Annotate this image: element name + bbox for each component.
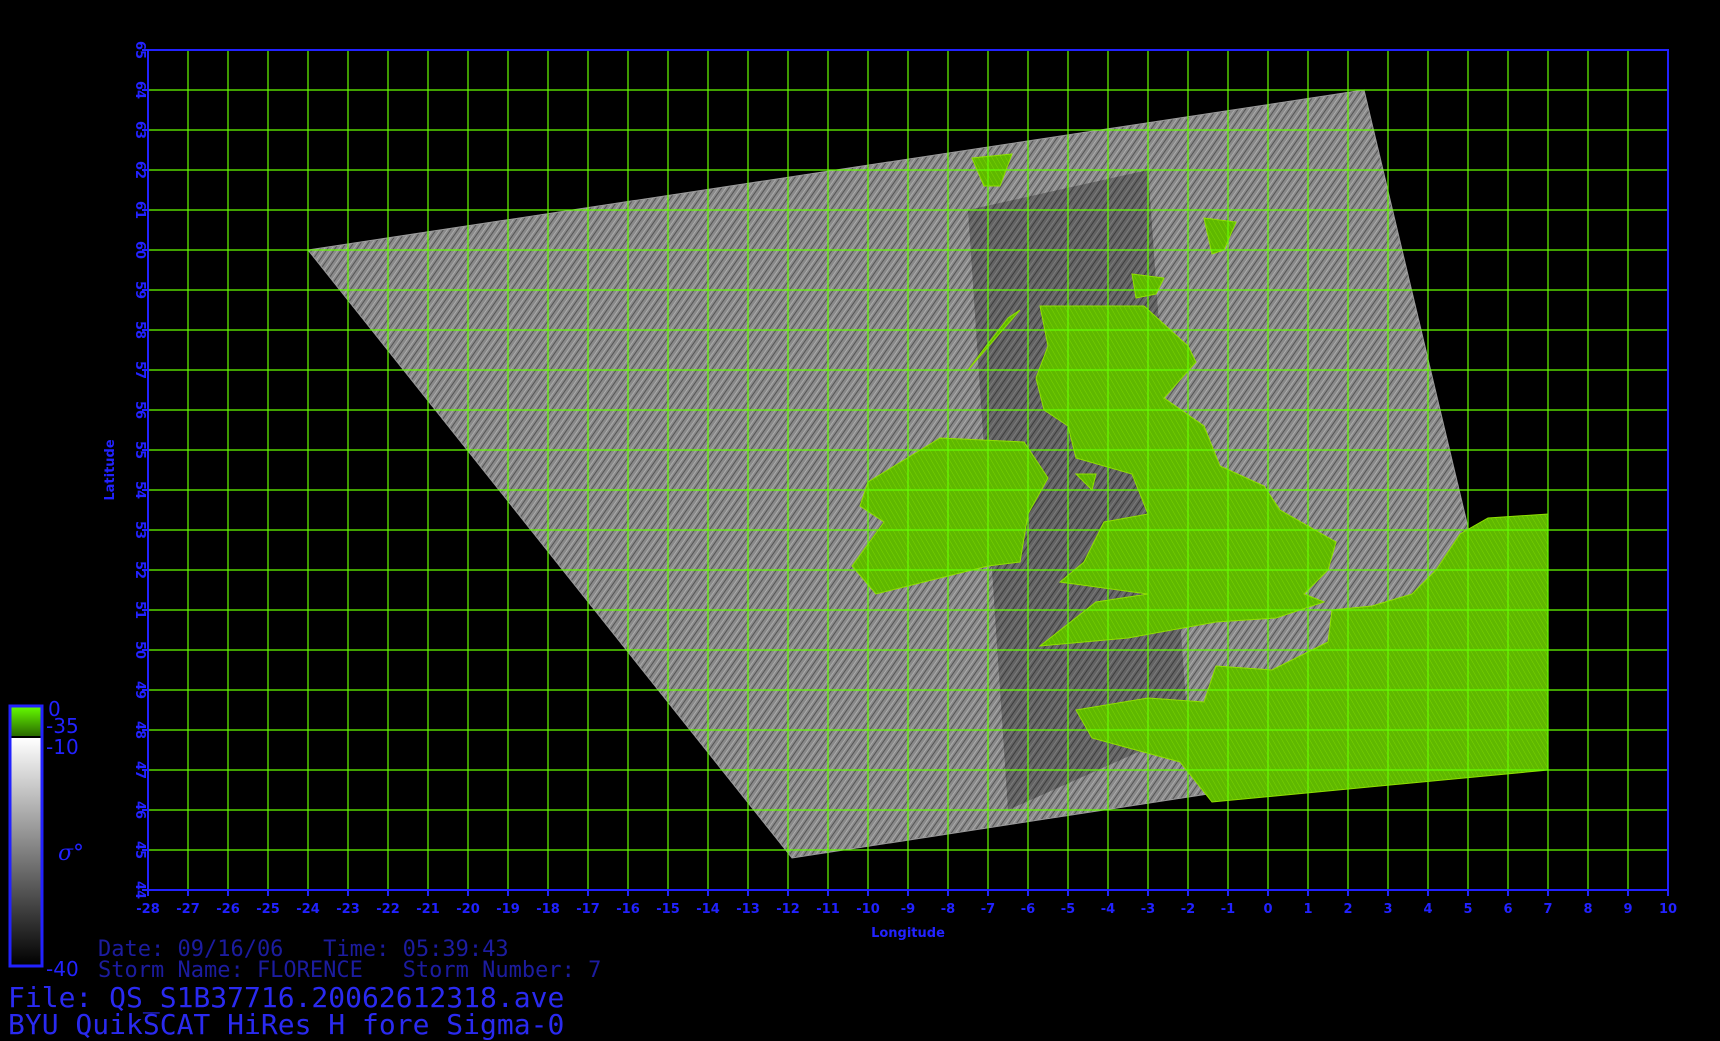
x-tick-label: 0: [1263, 902, 1272, 917]
y-tick-label: 46: [132, 801, 147, 819]
x-tick-label: -5: [1061, 902, 1075, 917]
x-tick-label: -23: [336, 902, 360, 917]
x-tick-label: -13: [736, 902, 760, 917]
x-tick-label: -4: [1101, 902, 1115, 917]
x-tick-label: -9: [901, 902, 915, 917]
x-tick-label: 8: [1583, 902, 1592, 917]
x-tick-label: -25: [256, 902, 280, 917]
colorbar-label-minus-40: -40: [46, 957, 79, 981]
x-tick-label: 7: [1543, 902, 1552, 917]
y-tick-label: 59: [132, 281, 147, 299]
x-tick-label: -1: [1221, 902, 1235, 917]
x-tick-label: 9: [1623, 902, 1632, 917]
x-tick-label: -24: [296, 902, 320, 917]
y-tick-label: 57: [132, 361, 147, 379]
y-tick-label: 63: [132, 121, 147, 139]
x-tick-label: -6: [1021, 902, 1035, 917]
x-tick-label: 4: [1423, 902, 1432, 917]
x-tick-label: -21: [416, 902, 440, 917]
y-tick-label: 58: [132, 321, 147, 339]
x-tick-label: -8: [941, 902, 955, 917]
longitude-ticks: -28 -27 -26 -25 -24 -23 -22 -21 -20 -19 -18 -17 -16-…: [136, 890, 1677, 917]
y-tick-label: 64: [132, 81, 147, 99]
colorbar-sigma-symbol: σ°: [58, 841, 84, 866]
x-tick-label: 5: [1463, 902, 1472, 917]
x-tick-label: -11: [816, 902, 840, 917]
product-title: BYU QuikSCAT HiRes H fore Sigma-0: [8, 1008, 565, 1041]
y-tick-label: 53: [132, 521, 147, 539]
x-tick-label: -17: [576, 902, 600, 917]
y-tick-label: 49: [132, 681, 147, 699]
x-tick-label: -16: [616, 902, 640, 917]
y-tick-label: 56: [132, 401, 147, 419]
x-tick-label: -12: [776, 902, 800, 917]
y-tick-label: 44: [132, 881, 147, 899]
x-tick-label: 2: [1343, 902, 1352, 917]
x-tick-label: -22: [376, 902, 400, 917]
colorbar-green-segment: [10, 706, 42, 736]
x-axis-label: Longitude: [871, 926, 945, 941]
y-tick-label: 60: [132, 241, 147, 259]
y-tick-label: 61: [132, 201, 147, 219]
y-tick-label: 50: [132, 641, 147, 659]
colorbar-gray-segment: [10, 738, 42, 966]
x-tick-label: -7: [981, 902, 995, 917]
y-tick-label: 62: [132, 161, 147, 179]
x-tick-label: -2: [1181, 902, 1195, 917]
x-tick-label: -19: [496, 902, 520, 917]
x-tick-label: -28: [136, 902, 160, 917]
x-tick-label: 3: [1383, 902, 1392, 917]
x-tick-label: -15: [656, 902, 680, 917]
x-tick-label: 1: [1303, 902, 1312, 917]
x-tick-label: -18: [536, 902, 560, 917]
x-tick-label: -14: [696, 902, 720, 917]
x-tick-label: -20: [456, 902, 480, 917]
y-tick-label: 52: [132, 561, 147, 579]
storm-line: Storm Name: FLORENCE Storm Number: 7: [98, 958, 602, 983]
y-tick-label: 65: [132, 41, 147, 59]
map-figure: -28 -27 -26 -25 -24 -23 -22 -21 -20 -19 -18 -17 -16-…: [8, 41, 1677, 981]
x-tick-label: 10: [1659, 902, 1677, 917]
x-tick-label: -26: [216, 902, 240, 917]
x-tick-label: -10: [856, 902, 880, 917]
y-tick-label: 54: [132, 481, 147, 499]
x-tick-label: -27: [176, 902, 200, 917]
latitude-ticks: 44 45 46 47 48 49 50 51 52 53 54 55 56 57 58 59 60 61 62 63…: [132, 41, 148, 899]
x-tick-label: 6: [1503, 902, 1512, 917]
colorbar-label-minus-10: -10: [46, 735, 79, 759]
y-axis-label: Latitude: [103, 439, 118, 501]
satellite-swath: [307, 89, 1549, 859]
y-tick-label: 51: [132, 601, 147, 619]
y-tick-label: 47: [132, 761, 147, 779]
colorbar: 0 -35 -10 σ° -40: [8, 697, 84, 981]
y-tick-label: 55: [132, 441, 147, 459]
y-tick-label: 48: [132, 721, 147, 739]
y-tick-label: 45: [132, 841, 147, 859]
x-tick-label: -3: [1141, 902, 1155, 917]
